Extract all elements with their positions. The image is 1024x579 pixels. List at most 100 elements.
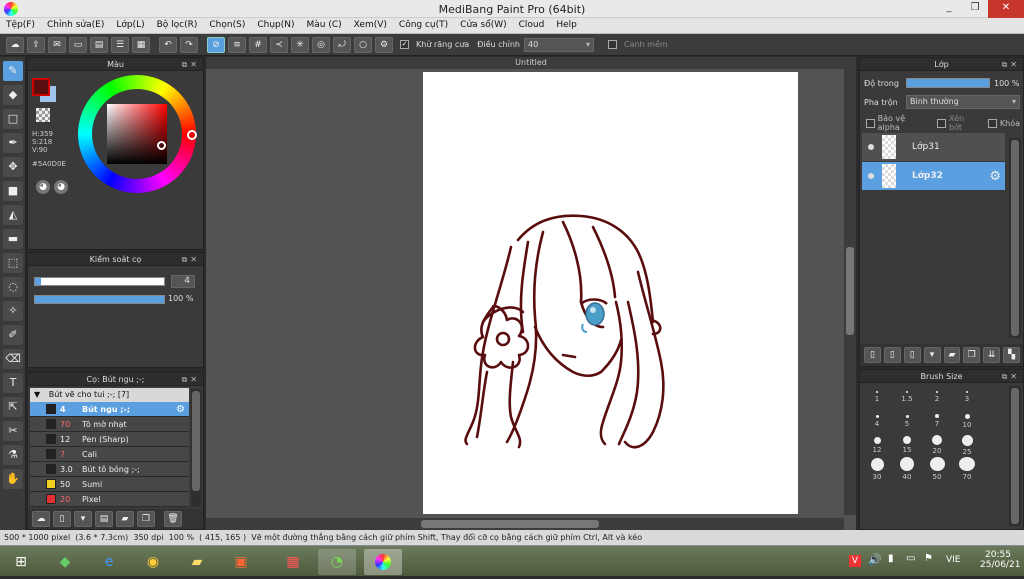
merge-layer-icon[interactable]: ⇊	[983, 347, 1001, 363]
clipping-checkbox[interactable]	[937, 118, 946, 128]
brush-size-preset[interactable]: 25	[952, 433, 982, 457]
divide-tool-icon[interactable]: ✂	[3, 421, 23, 441]
menu-file[interactable]: Tệp(F)	[0, 18, 41, 33]
cloud-brush-icon[interactable]: ☁	[32, 511, 50, 527]
folder-icon[interactable]: ▰	[116, 511, 134, 527]
maximize-button[interactable]: ❐	[962, 0, 988, 18]
antialias-toggle[interactable]: ✓ Khử răng cưa	[400, 40, 473, 49]
select-pen-tool-icon[interactable]: ✐	[3, 325, 23, 345]
panel-controls-icon[interactable]: ⧉✕	[1002, 58, 1020, 71]
network-tray-icon[interactable]: ▮	[888, 553, 894, 564]
fill-rect-tool-icon[interactable]: ■	[3, 181, 23, 201]
add-layer-menu-icon[interactable]: ▾	[923, 347, 941, 363]
operation-tool-icon[interactable]: ⇱	[3, 397, 23, 417]
document-icon[interactable]: ▤	[90, 36, 108, 53]
flag-tray-icon[interactable]: ⚑	[924, 553, 933, 564]
magic-wand-tool-icon[interactable]: ✧	[3, 301, 23, 321]
select-eraser-tool-icon[interactable]: ⌫	[3, 349, 23, 369]
layer-more-icon[interactable]: ▚	[1003, 347, 1020, 363]
lasso-tool-icon[interactable]: ◌	[3, 277, 23, 297]
delete-icon[interactable]: 🗑	[164, 511, 182, 527]
duplicate-icon[interactable]: ❐	[137, 511, 155, 527]
antialias-checkbox[interactable]: ✓	[400, 40, 409, 49]
layer-list-scrollbar[interactable]	[1009, 138, 1021, 338]
menu-layer[interactable]: Lớp(L)	[110, 18, 150, 33]
cross-snap-icon[interactable]: #	[249, 36, 267, 53]
grid-icon[interactable]: ▦	[132, 36, 150, 53]
brush-size-preset[interactable]: 10	[952, 409, 982, 433]
game-app-icon[interactable]: ▦	[274, 549, 312, 575]
brush-size-preset[interactable]: 12	[862, 433, 892, 457]
canvas-vertical-scrollbar[interactable]	[844, 69, 856, 515]
clip-studio-icon[interactable]: ◔	[318, 549, 356, 575]
brush-list-item[interactable]: 20 Pixel	[30, 492, 189, 507]
panel-controls-icon[interactable]: ⧉✕	[182, 58, 200, 71]
new-brush-icon[interactable]: ▯	[53, 511, 71, 527]
menu-filter[interactable]: Bộ lọc(R)	[151, 18, 204, 33]
sv-picker-handle[interactable]	[157, 141, 166, 150]
brush-size-preset[interactable]: 2	[922, 385, 952, 409]
list-icon[interactable]: ☰	[111, 36, 129, 53]
snap-checkbox[interactable]	[607, 40, 617, 49]
chrome-icon[interactable]: ◉	[134, 549, 172, 575]
brush-size-preset[interactable]: 50	[922, 457, 952, 481]
comment-icon[interactable]: ✉	[48, 36, 66, 53]
office-app-icon[interactable]: ▣	[222, 549, 260, 575]
eraser-tool-icon[interactable]: ◆	[3, 85, 23, 105]
brush-size-preset[interactable]: 40	[892, 457, 922, 481]
new-8bit-layer-icon[interactable]: ▯	[903, 347, 921, 363]
close-button[interactable]: ✕	[988, 0, 1024, 18]
snap-off-icon[interactable]: ⊘	[207, 36, 225, 53]
text-tool-icon[interactable]: T	[3, 373, 23, 393]
visibility-eye-icon[interactable]	[868, 173, 874, 179]
redo-icon[interactable]: ↷	[180, 36, 198, 53]
brush-size-preset[interactable]: 1.5	[892, 385, 922, 409]
panel-controls-icon[interactable]: ⧉✕	[182, 253, 200, 266]
canvas-horizontal-scrollbar[interactable]	[206, 518, 844, 530]
file-explorer-icon[interactable]: ▰	[178, 549, 216, 575]
brush-tool-icon[interactable]: ✎	[3, 61, 23, 81]
clock[interactable]: 20:55 25/06/21	[980, 550, 1020, 570]
select-rect-tool-icon[interactable]: ⬚	[3, 253, 23, 273]
menu-select[interactable]: Chọn(S)	[203, 18, 251, 33]
hue-picker-handle[interactable]	[187, 130, 197, 140]
antivirus-tray-icon[interactable]: V	[849, 555, 861, 567]
snap-toggle[interactable]: Canh mềm	[607, 40, 672, 49]
snap-settings-icon[interactable]: ⚙	[375, 36, 393, 53]
volume-tray-icon[interactable]: 🔊	[868, 553, 882, 566]
layer-settings-gear-icon[interactable]: ⚙	[989, 169, 1001, 184]
brush-list-item[interactable]: 12 Pen (Sharp)	[30, 432, 189, 447]
hand-tool-icon[interactable]: ✋	[3, 469, 23, 489]
drawing-canvas[interactable]	[423, 72, 798, 514]
brush-size-preset[interactable]: 1	[862, 385, 892, 409]
eyedropper-tool-icon[interactable]: ⚗	[3, 445, 23, 465]
add-brush-menu-icon[interactable]: ▾	[74, 511, 92, 527]
menu-edit[interactable]: Chỉnh sửa(E)	[41, 18, 110, 33]
palette-add-icon[interactable]: ◕	[54, 180, 68, 194]
visibility-eye-icon[interactable]	[868, 144, 874, 150]
menu-cloud[interactable]: Cloud	[513, 18, 551, 33]
panel-controls-icon[interactable]: ⧉✕	[1002, 370, 1020, 383]
brush-opacity-slider[interactable]	[34, 295, 165, 304]
new-layer-icon[interactable]: ▯	[864, 347, 881, 363]
brush-list-scrollbar[interactable]	[191, 389, 201, 507]
menu-tools[interactable]: Công cụ(T)	[393, 18, 454, 33]
share-icon[interactable]: ⇪	[27, 36, 45, 53]
brush-size-scrollbar[interactable]	[1009, 386, 1021, 526]
brush-size-preset[interactable]: 7	[922, 409, 952, 433]
shape-tool-icon[interactable]: □	[3, 109, 23, 129]
saturation-value-square[interactable]	[107, 104, 167, 164]
brush-list-item[interactable]: 7 Cali	[30, 447, 189, 462]
collapse-arrow-icon[interactable]: ▼	[34, 390, 40, 399]
brush-settings-icon[interactable]: ▤	[95, 511, 113, 527]
menu-snap[interactable]: Chụp(N)	[251, 18, 300, 33]
blend-mode-select[interactable]: Bình thường	[906, 95, 1020, 109]
panel-controls-icon[interactable]: ⧉✕	[182, 373, 200, 386]
lock-checkbox[interactable]	[988, 118, 997, 128]
start-windows-icon[interactable]: ⊞	[2, 549, 40, 575]
ie-browser-icon[interactable]: e	[90, 549, 128, 575]
brush-size-input[interactable]: 4	[171, 275, 195, 288]
brush-size-preset[interactable]: 20	[922, 433, 952, 457]
layer-row[interactable]: Lớp31	[862, 133, 1005, 161]
duplicate-layer-icon[interactable]: ❐	[963, 347, 981, 363]
